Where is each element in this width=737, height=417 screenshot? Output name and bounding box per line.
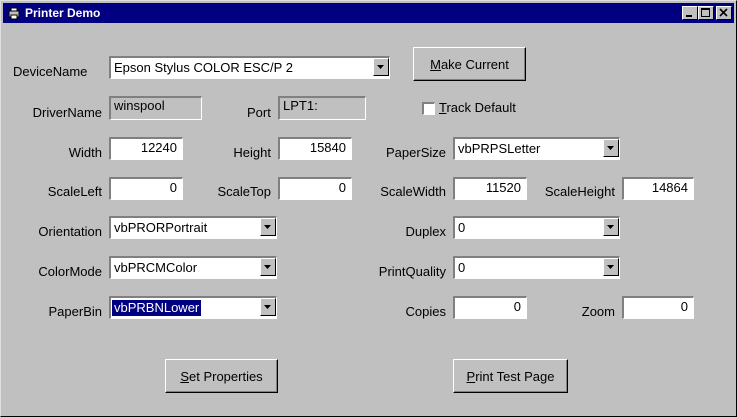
make-current-button[interactable]: Make Current — [413, 47, 526, 81]
printquality-dropdown-button[interactable] — [603, 258, 619, 276]
orientation-dropdown-button[interactable] — [260, 218, 276, 236]
duplex-combo[interactable]: 0 — [453, 216, 620, 239]
chevron-down-icon — [264, 305, 271, 309]
duplex-value: 0 — [458, 220, 466, 235]
window-title: Printer Demo — [25, 6, 101, 20]
port-field: LPT1: — [278, 96, 366, 120]
app-icon — [8, 7, 20, 20]
orientation-label: Orientation — [38, 224, 102, 239]
colormode-combo[interactable]: vbPRCMColor — [109, 256, 277, 279]
device-name-combo[interactable]: Epson Stylus COLOR ESC/P 2 — [109, 56, 390, 79]
printquality-value: 0 — [458, 260, 466, 275]
chevron-down-icon — [607, 225, 614, 229]
paperbin-dropdown-button[interactable] — [260, 298, 276, 316]
paperbin-combo[interactable]: vbPRBNLower — [109, 296, 277, 319]
track-default-checkbox[interactable] — [422, 102, 435, 115]
width-field[interactable]: 12240 — [109, 137, 183, 160]
chevron-down-icon — [264, 225, 271, 229]
orientation-value: vbPRORPortrait — [114, 220, 208, 235]
track-default-label[interactable]: Track Default — [439, 100, 516, 116]
scaleleft-label: ScaleLeft — [47, 184, 102, 199]
device-name-label: DeviceName — [13, 64, 88, 79]
maximize-button[interactable] — [698, 6, 714, 20]
chevron-down-icon — [264, 265, 271, 269]
print-test-page-button[interactable]: Print Test Page — [453, 359, 568, 393]
duplex-dropdown-button[interactable] — [603, 218, 619, 236]
copies-label: Copies — [405, 304, 446, 319]
papersize-value: vbPRPSLetter — [458, 141, 541, 156]
colormode-label: ColorMode — [38, 264, 102, 279]
printquality-combo[interactable]: 0 — [453, 256, 620, 279]
device-name-value: Epson Stylus COLOR ESC/P 2 — [114, 60, 293, 75]
height-field[interactable]: 15840 — [278, 137, 352, 160]
set-properties-button[interactable]: Set Properties — [165, 359, 278, 393]
scalewidth-field[interactable]: 11520 — [453, 177, 527, 200]
orientation-combo[interactable]: vbPRORPortrait — [109, 216, 277, 239]
papersize-label: PaperSize — [386, 145, 446, 160]
chevron-down-icon — [607, 146, 614, 150]
driver-name-field: winspool — [109, 96, 202, 120]
height-label: Height — [233, 145, 271, 160]
scaleheight-label: ScaleHeight — [544, 184, 615, 199]
colormode-dropdown-button[interactable] — [260, 258, 276, 276]
printquality-label: PrintQuality — [378, 264, 446, 279]
zoom-label: Zoom — [581, 304, 615, 319]
scalewidth-label: ScaleWidth — [380, 184, 446, 199]
chevron-down-icon — [377, 65, 384, 69]
minimize-button[interactable] — [682, 6, 698, 20]
printer-demo-window: Printer Demo DeviceName Epson Stylus COL… — [0, 0, 737, 417]
close-icon — [719, 8, 728, 17]
duplex-label: Duplex — [405, 224, 446, 239]
papersize-dropdown-button[interactable] — [603, 139, 619, 157]
zoom-field[interactable]: 0 — [622, 296, 694, 319]
paperbin-label: PaperBin — [48, 304, 102, 319]
papersize-combo[interactable]: vbPRPSLetter — [453, 137, 620, 160]
scaletop-label: ScaleTop — [217, 184, 271, 199]
device-name-dropdown-button[interactable] — [373, 58, 389, 76]
scaletop-field[interactable]: 0 — [278, 177, 352, 200]
copies-field[interactable]: 0 — [453, 296, 527, 319]
width-label: Width — [68, 145, 102, 160]
scaleheight-field[interactable]: 14864 — [622, 177, 694, 200]
driver-name-label: DriverName — [32, 105, 102, 120]
paperbin-value: vbPRBNLower — [112, 300, 202, 316]
close-button[interactable] — [716, 6, 732, 20]
title-bar[interactable]: Printer Demo — [3, 3, 734, 23]
colormode-value: vbPRCMColor — [114, 260, 198, 275]
scaleleft-field[interactable]: 0 — [109, 177, 183, 200]
port-label: Port — [247, 105, 271, 120]
minimize-icon — [686, 15, 692, 17]
maximize-icon — [701, 8, 710, 17]
chevron-down-icon — [607, 265, 614, 269]
